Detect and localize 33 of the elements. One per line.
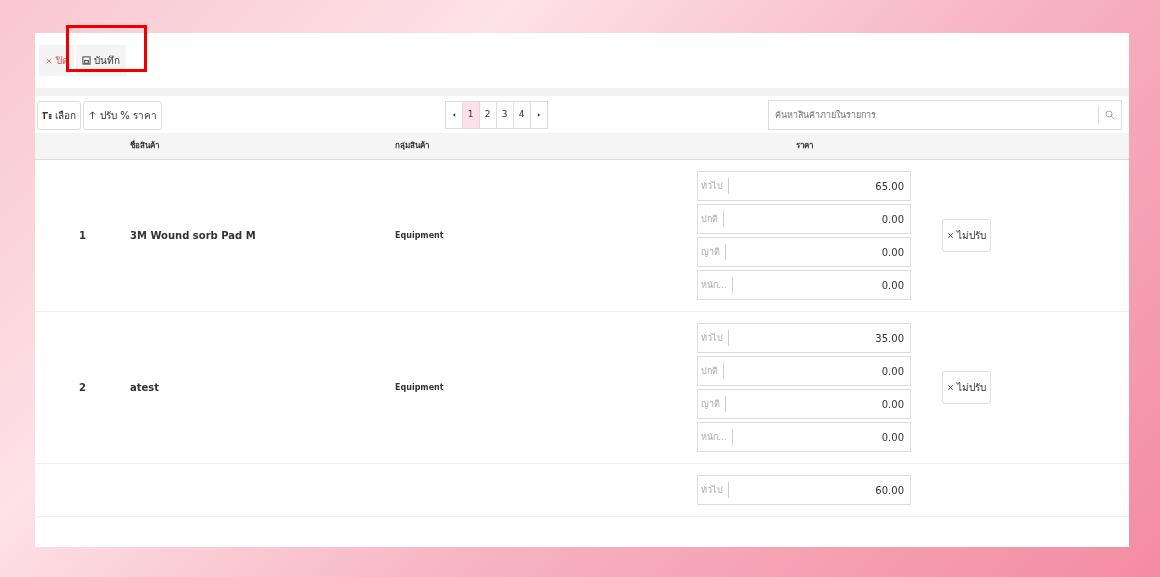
no-adjust-button[interactable]: ไม่ปรับ [941,371,991,404]
column-header: ชื่อสินค้า [130,141,159,150]
row-number: 2 [79,382,86,393]
price-field[interactable]: ทั่วไป 35.00 [697,323,911,353]
price-field[interactable]: ญาติ 0.00 [697,237,911,267]
close-icon [946,384,954,391]
save-icon [82,56,91,65]
caret-left-icon [450,111,457,118]
product-name: 3M Wound sorb Pad M [130,230,256,241]
price-field[interactable]: ปกติ 0.00 [697,204,911,234]
price-label: หนัก... [698,277,733,293]
caret-right-icon [535,111,542,118]
price-field[interactable]: หนัก... 0.00 [697,422,911,452]
price-field[interactable]: ทั่วไป 65.00 [697,171,911,201]
select-button[interactable]: เลือก [37,100,81,130]
previous-page-button[interactable] [444,101,463,129]
price-field[interactable]: ทั่วไป 60.00 [697,475,911,505]
close-icon [946,232,954,239]
list-icon [42,110,52,120]
product-group: Equipment [395,382,444,392]
price-label: หนัก... [698,429,733,445]
no-adjust-button[interactable]: ไม่ปรับ [941,219,991,252]
adjust-price-button[interactable]: ปรับ % ราคา [83,100,162,130]
column-header: กลุ่มสินค้า [395,141,429,150]
row-number: 1 [79,230,86,241]
product-name: atest [130,382,160,393]
close-icon [45,56,53,65]
price-field[interactable]: หนัก... 0.00 [697,270,911,300]
product-group: Equipment [395,230,444,240]
price-field[interactable]: ญาติ 0.00 [697,389,911,419]
price-field[interactable]: ปกติ 0.00 [697,356,911,386]
column-header: ราคา [795,141,813,150]
arrow-up-icon [88,110,97,120]
